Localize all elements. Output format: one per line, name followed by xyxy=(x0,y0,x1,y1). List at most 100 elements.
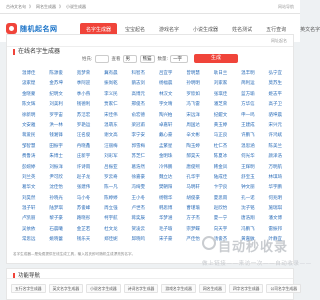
name-result[interactable]: 罗艳运 xyxy=(70,121,97,131)
name-result[interactable]: 韩金凤 xyxy=(207,163,234,173)
name-result[interactable]: 陆成佳 xyxy=(207,173,234,183)
name-result[interactable]: 华梦涵 xyxy=(152,214,179,224)
name-result[interactable]: 振尚乾 xyxy=(97,79,124,89)
name-result[interactable]: 赵子龙 xyxy=(70,173,97,183)
name-result[interactable]: 施瑞琪 xyxy=(262,204,289,214)
name-result[interactable]: 林汉文 xyxy=(152,90,179,100)
name-result[interactable]: 马小冬 xyxy=(70,194,97,204)
name-result[interactable]: 钱湘锋 xyxy=(42,131,69,141)
generator-extra-link[interactable]: 网址起名 xyxy=(271,38,287,44)
breadcrumb-item[interactable]: 网名生成器 xyxy=(36,4,56,9)
nav-item[interactable]: 英文名字生成器 xyxy=(294,23,320,36)
site-nav-link[interactable]: 网站导航 xyxy=(278,4,294,10)
name-result[interactable]: 黄玉婷 xyxy=(207,121,234,131)
generate-button[interactable]: 生成 xyxy=(194,54,239,63)
name-result[interactable]: 常思远 xyxy=(15,235,42,245)
name-result[interactable]: 杨锦华 xyxy=(152,194,179,204)
name-result[interactable]: 方子杰 xyxy=(179,214,206,224)
name-result[interactable]: 陈婷婷 xyxy=(97,194,124,204)
name-result[interactable]: 杜文龙 xyxy=(97,225,124,235)
name-result[interactable]: 冯飞雷 xyxy=(179,100,206,110)
gender-select[interactable]: 男 xyxy=(122,54,137,63)
name-result[interactable]: 罗云奇 xyxy=(97,173,124,183)
name-result[interactable]: 沈佳怡 xyxy=(42,183,69,193)
name-result[interactable]: 孙明明 xyxy=(179,79,206,89)
name-result[interactable]: 陈源俊 xyxy=(42,69,69,79)
name-result[interactable]: 孙晓光 xyxy=(42,194,69,204)
breadcrumb-item[interactable]: 古诗文名句 xyxy=(6,4,26,9)
name-result[interactable]: 彭婉婷 xyxy=(15,163,42,173)
name-result[interactable]: 梁冠甫 xyxy=(125,121,152,131)
name-result[interactable]: 唐俊熙 xyxy=(179,163,206,173)
name-result[interactable]: 刘家家 xyxy=(207,79,234,89)
name-result[interactable]: 科智杰 xyxy=(125,69,152,79)
type-select[interactable]: 熊猫 xyxy=(139,54,155,63)
name-result[interactable]: 庄新宇 xyxy=(70,152,97,162)
name-result[interactable]: 韩思博 xyxy=(152,204,179,214)
name-result[interactable]: 俞宏德 xyxy=(125,111,152,121)
name-result[interactable]: 宋子豪 xyxy=(152,235,179,245)
name-result[interactable]: 夏一宁 xyxy=(207,214,234,224)
name-result[interactable]: 田振宇 xyxy=(42,142,69,152)
name-result[interactable]: 毛子瑜 xyxy=(152,225,179,235)
name-result[interactable]: 文安雅 xyxy=(15,121,42,131)
name-result[interactable]: 汲家煌 xyxy=(15,79,42,89)
name-result[interactable]: 高博元 xyxy=(125,90,152,100)
name-result[interactable]: 骆坤晨 xyxy=(262,111,289,121)
name-result[interactable]: 蒋爱民 xyxy=(15,131,42,141)
feature-tool-link[interactable]: 网名生成器 xyxy=(198,284,226,293)
name-result[interactable]: 许鸿斌 xyxy=(262,131,289,141)
name-result[interactable]: 张建伟 xyxy=(70,183,97,193)
name-result[interactable]: 杜仁杰 xyxy=(207,142,234,152)
name-result[interactable]: 蓝方瑜 xyxy=(234,90,261,100)
name-result[interactable]: 黎子豪 xyxy=(42,214,69,224)
name-result[interactable]: 朱博士 xyxy=(42,152,69,162)
name-result[interactable]: 马正良 xyxy=(207,131,234,141)
name-result[interactable]: 曹瑾瑜 xyxy=(179,204,206,214)
name-result[interactable]: 温子轩 xyxy=(15,204,42,214)
name-result[interactable]: 许诗雨 xyxy=(70,163,97,173)
length-select[interactable]: 一字 xyxy=(170,54,189,63)
name-result[interactable]: 曾明慧 xyxy=(179,69,206,79)
name-result[interactable]: 魏立达 xyxy=(152,173,179,183)
name-result[interactable]: 苏俊峰 xyxy=(70,204,97,214)
name-result[interactable]: 申一鸣 xyxy=(234,111,261,121)
name-result[interactable]: 戴心豪 xyxy=(152,131,179,141)
name-result[interactable]: 蒋奕辰 xyxy=(125,214,152,224)
name-result[interactable]: 刘彩军 xyxy=(97,152,124,162)
name-result[interactable]: 郭雪梅 xyxy=(125,142,152,152)
name-result[interactable]: 周立强 xyxy=(97,204,124,214)
name-result[interactable]: 温博佳 xyxy=(15,69,42,79)
name-result[interactable]: 季阿迎 xyxy=(70,79,97,89)
name-result[interactable]: 王建成 xyxy=(234,121,261,131)
name-result[interactable]: 苏洁宏 xyxy=(70,111,97,121)
name-result[interactable]: 高子卫 xyxy=(262,100,289,110)
name-result[interactable]: 卓嘉轩 xyxy=(152,121,179,131)
name-result[interactable]: 吕宜宇 xyxy=(152,69,179,79)
name-result[interactable]: 何兆明 xyxy=(262,194,289,204)
name-result[interactable]: 宋佳伟 xyxy=(97,111,124,121)
name-result[interactable]: 陶兴柏 xyxy=(152,111,179,121)
name-result[interactable]: 何光华 xyxy=(234,152,261,162)
name-result[interactable]: 钱乐天 xyxy=(70,235,97,245)
name-result[interactable]: 舒宝玉 xyxy=(234,173,261,183)
name-result[interactable]: 卢凯丽 xyxy=(15,214,42,224)
name-result[interactable]: 陈夏冰 xyxy=(207,152,234,162)
feature-tool-link[interactable]: 游戏名字生成器 xyxy=(161,284,196,293)
name-result[interactable]: 钱德利 xyxy=(70,100,97,110)
name-result[interactable]: 唐浩翔 xyxy=(234,214,261,224)
name-result[interactable]: 温丰明 xyxy=(234,69,261,79)
name-result[interactable]: 罗欣如 xyxy=(179,90,206,100)
name-result[interactable]: 冯绮雯 xyxy=(125,183,152,193)
name-result[interactable]: 颜泽浩 xyxy=(262,152,289,162)
name-result[interactable]: 夏思雨 xyxy=(207,194,234,204)
name-result[interactable]: 辛文彬 xyxy=(179,131,206,141)
name-result[interactable]: 温思涵 xyxy=(234,142,261,152)
name-result[interactable]: 邹智慧 xyxy=(15,142,42,152)
name-result[interactable]: 张琪佳 xyxy=(207,90,234,100)
feature-tool-link[interactable]: 四字名字生成器 xyxy=(228,284,264,293)
name-result[interactable]: 路晓彤 xyxy=(70,214,97,224)
name-result[interactable]: 徐嘉豪 xyxy=(125,173,152,183)
name-result[interactable]: 许鹏飞 xyxy=(234,131,261,141)
name-result[interactable]: 李义民 xyxy=(97,90,124,100)
